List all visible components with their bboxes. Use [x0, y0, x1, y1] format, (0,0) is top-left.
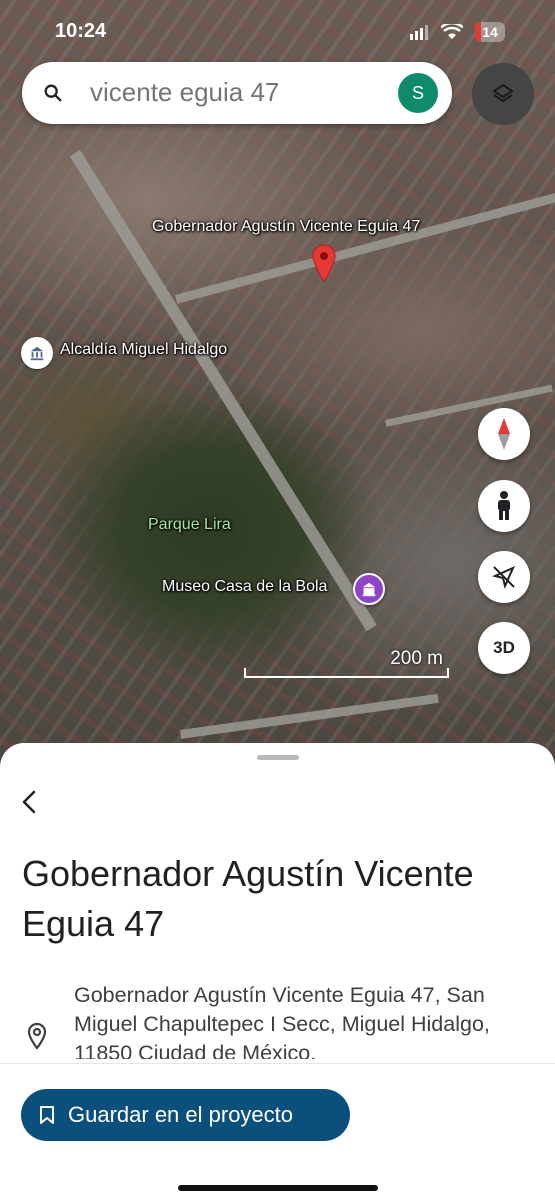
home-indicator[interactable] — [178, 1185, 378, 1191]
search-input[interactable]: vicente eguia 47 — [90, 77, 279, 108]
location-pin-icon[interactable] — [311, 244, 337, 284]
location-off-icon — [491, 566, 515, 590]
place-address: Gobernador Agustín Vicente Eguia 47, San… — [74, 983, 490, 1059]
government-poi-icon[interactable] — [21, 337, 53, 369]
my-location-button[interactable] — [478, 551, 530, 603]
status-time: 10:24 — [55, 20, 107, 42]
compass-icon — [498, 418, 510, 450]
museum-icon — [362, 582, 376, 597]
museum-label[interactable]: Museo Casa de la Bola — [162, 578, 327, 596]
save-to-project-button[interactable]: Guardar en el proyecto — [21, 1089, 350, 1141]
street-road — [175, 191, 555, 304]
status-bar: 10:24 14 — [0, 20, 555, 48]
location-pin-icon — [27, 1022, 47, 1050]
wifi-icon — [441, 24, 463, 39]
avatar-letter: S — [411, 82, 424, 103]
place-title: Gobernador Agustín Vicente Eguia 47 — [22, 853, 474, 944]
layers-icon — [492, 83, 514, 103]
scale-label: 200 m — [390, 648, 443, 669]
signal-icon — [410, 25, 428, 40]
drag-handle[interactable] — [257, 755, 299, 760]
park-label[interactable]: Parque Lira — [148, 516, 231, 534]
divider — [0, 1063, 555, 1064]
address-row[interactable]: Gobernador Agustín Vicente Eguia 47, San… — [22, 979, 532, 1059]
building-icon — [30, 346, 44, 361]
pegman-icon — [498, 491, 510, 520]
place-bottom-sheet[interactable]: Gobernador Agustín Vicente Eguia 47 Gobe… — [0, 743, 555, 1200]
alcaldia-label[interactable]: Alcaldía Miguel Hidalgo — [60, 341, 227, 359]
battery-level: 14 — [482, 24, 498, 40]
battery-indicator: 14 — [475, 22, 505, 42]
3d-button[interactable]: 3D — [478, 622, 530, 674]
save-button-label: Guardar en el proyecto — [68, 1102, 294, 1127]
bookmark-icon — [40, 1106, 54, 1124]
search-icon[interactable] — [42, 82, 64, 104]
search-bar[interactable]: vicente eguia 47 S — [22, 62, 452, 124]
street-road-south — [180, 693, 439, 739]
back-arrow-icon[interactable] — [17, 787, 43, 817]
map-scale: 200 m — [244, 648, 449, 680]
layers-button[interactable] — [472, 63, 534, 125]
status-icons: 14 — [409, 22, 505, 42]
street-view-button[interactable] — [478, 480, 530, 532]
compass-button[interactable] — [478, 408, 530, 460]
street-road-east — [385, 384, 553, 427]
museum-poi-icon[interactable] — [353, 573, 385, 605]
avatar[interactable]: S — [398, 73, 438, 113]
pin-label: Gobernador Agustín Vicente Eguia 47 — [152, 218, 421, 235]
satellite-map[interactable]: 10:24 14 vicente eguia 47 S Gobernador A… — [0, 0, 555, 770]
